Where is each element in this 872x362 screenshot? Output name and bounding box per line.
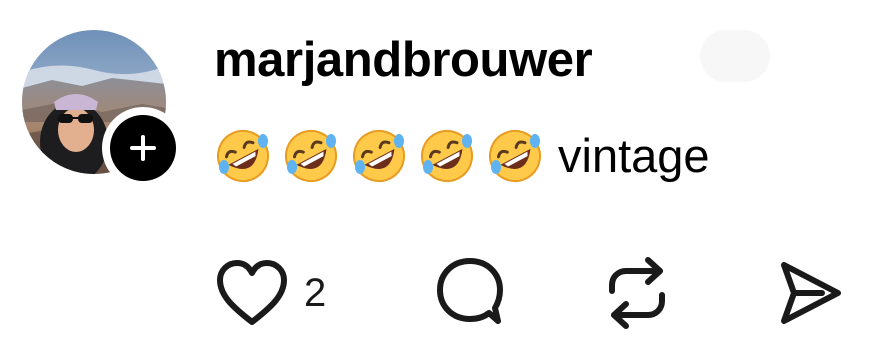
rolling-on-floor-laughing-emoji-icon bbox=[489, 130, 541, 182]
like-button[interactable]: 2 bbox=[214, 250, 326, 336]
rolling-on-floor-laughing-emoji-icon bbox=[421, 130, 473, 182]
heart-icon bbox=[217, 260, 287, 325]
repost-button[interactable] bbox=[602, 250, 672, 336]
rolling-on-floor-laughing-emoji-icon bbox=[217, 130, 269, 182]
more-options-button[interactable] bbox=[700, 30, 770, 82]
comment-icon bbox=[437, 258, 503, 324]
post-text: vintage bbox=[558, 129, 710, 182]
share-button[interactable] bbox=[776, 250, 844, 336]
send-icon bbox=[781, 262, 841, 324]
rolling-on-floor-laughing-emoji-icon bbox=[285, 130, 337, 182]
post-body: vintage bbox=[214, 124, 710, 188]
rolling-on-floor-laughing-emoji-icon bbox=[353, 130, 405, 182]
action-bar: 2 bbox=[0, 250, 872, 340]
like-count: 2 bbox=[304, 271, 327, 315]
username[interactable]: marjandbrouwer bbox=[214, 28, 593, 92]
follow-button[interactable] bbox=[102, 107, 184, 189]
reply-button[interactable] bbox=[434, 250, 506, 336]
plus-icon bbox=[130, 135, 156, 161]
repost-icon bbox=[609, 257, 665, 329]
